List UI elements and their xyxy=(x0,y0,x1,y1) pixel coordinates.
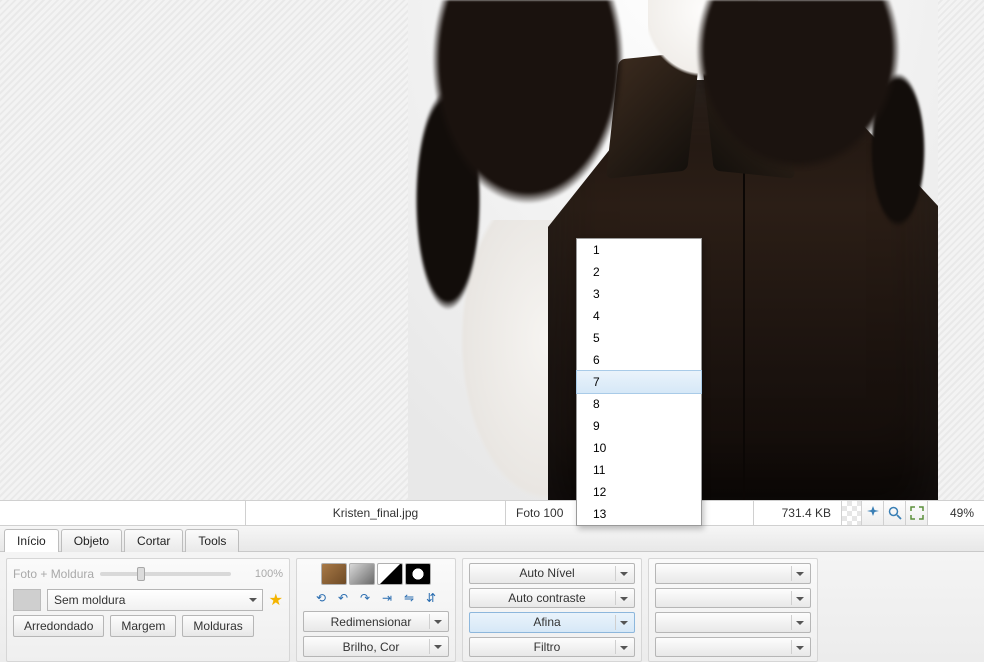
auto-contrast-button[interactable]: Auto contraste xyxy=(469,588,635,609)
extra-split-3[interactable] xyxy=(655,612,811,633)
dropdown-item[interactable]: 1 xyxy=(577,239,701,261)
frame-preset-combo[interactable]: Sem moldura xyxy=(47,589,263,611)
auto-group-2 xyxy=(648,558,818,662)
preset-sepia[interactable] xyxy=(321,563,347,585)
adjust-group: ⟲ ↶ ↷ ⇥ ⇋ ⇵ Redimensionar Brilho, Cor xyxy=(296,558,456,662)
flip-v-icon[interactable]: ⇵ xyxy=(422,589,440,607)
dropdown-item[interactable]: 11 xyxy=(577,459,701,481)
preset-gray[interactable] xyxy=(349,563,375,585)
favorite-icon[interactable]: ★ xyxy=(269,590,283,610)
flip-h-icon[interactable]: ⇋ xyxy=(400,589,418,607)
extra-split-1[interactable] xyxy=(655,563,811,584)
preset-bw[interactable] xyxy=(377,563,403,585)
bright-color-button[interactable]: Brilho, Cor xyxy=(303,636,449,657)
auto-group-1: Auto Nível Auto contraste Afina Filtro xyxy=(462,558,642,662)
dropdown-item[interactable]: 6 xyxy=(577,349,701,371)
frame-mode-label: Foto + Moldura xyxy=(13,567,94,581)
afina-button[interactable]: Afina xyxy=(469,612,635,633)
tab-cortar[interactable]: Cortar xyxy=(124,529,183,552)
filesize-display: 731.4 KB xyxy=(754,501,842,525)
ribbon-panel: Foto + Moldura 100% Sem moldura ★ Arredo… xyxy=(0,552,984,662)
tab-tools[interactable]: Tools xyxy=(185,529,239,552)
dropdown-item[interactable]: 9 xyxy=(577,415,701,437)
tab-objeto[interactable]: Objeto xyxy=(61,529,122,552)
magnifier-icon xyxy=(887,505,903,521)
tool-button-3[interactable] xyxy=(906,501,928,525)
transparency-indicator xyxy=(842,501,862,525)
dropdown-item[interactable]: 5 xyxy=(577,327,701,349)
expand-icon xyxy=(909,505,925,521)
ribbon-tab-row: Início Objeto Cortar Tools xyxy=(0,526,984,552)
dropdown-item[interactable]: 2 xyxy=(577,261,701,283)
afina-dropdown[interactable]: 12345678910111213 xyxy=(576,238,702,526)
rounded-button[interactable]: Arredondado xyxy=(13,615,104,637)
history-toolbar: ⟲ ↶ ↷ ⇥ ⇋ ⇵ xyxy=(312,589,440,607)
dropdown-item[interactable]: 7 xyxy=(576,370,702,394)
tab-inicio[interactable]: Início xyxy=(4,529,59,552)
undo-icon[interactable]: ↶ xyxy=(334,589,352,607)
preset-invert[interactable] xyxy=(405,563,431,585)
refresh-icon[interactable]: ⟲ xyxy=(312,589,330,607)
redo-icon[interactable]: ↷ xyxy=(356,589,374,607)
status-bar: Kristen_final.jpg Foto 100 731.4 KB 49% xyxy=(0,500,984,526)
filter-button[interactable]: Filtro xyxy=(469,637,635,658)
frame-scale-value: 100% xyxy=(237,568,283,580)
tool-button-1[interactable] xyxy=(862,501,884,525)
dropdown-item[interactable]: 13 xyxy=(577,503,701,525)
extra-split-4[interactable] xyxy=(655,637,811,658)
frames-button[interactable]: Molduras xyxy=(182,615,253,637)
dimensions-display: Foto 100 xyxy=(506,501,584,525)
dropdown-item[interactable]: 12 xyxy=(577,481,701,503)
zoom-display: 49% xyxy=(928,501,984,525)
margin-button[interactable]: Margem xyxy=(110,615,176,637)
color-preset-row xyxy=(321,563,431,585)
frame-group: Foto + Moldura 100% Sem moldura ★ Arredo… xyxy=(6,558,290,662)
frame-preset-value: Sem moldura xyxy=(54,593,125,607)
canvas-area[interactable] xyxy=(0,0,984,500)
dropdown-item[interactable]: 3 xyxy=(577,283,701,305)
dropdown-item[interactable]: 4 xyxy=(577,305,701,327)
filename-display: Kristen_final.jpg xyxy=(246,501,506,525)
dropdown-item[interactable]: 8 xyxy=(577,393,701,415)
dropdown-item[interactable]: 10 xyxy=(577,437,701,459)
resize-button[interactable]: Redimensionar xyxy=(303,611,449,632)
frame-color-swatch[interactable] xyxy=(13,589,41,611)
frame-scale-slider[interactable] xyxy=(100,572,231,576)
step-icon[interactable]: ⇥ xyxy=(378,589,396,607)
auto-level-button[interactable]: Auto Nível xyxy=(469,563,635,584)
tool-button-2[interactable] xyxy=(884,501,906,525)
sparkle-icon xyxy=(865,505,881,521)
extra-split-2[interactable] xyxy=(655,588,811,609)
